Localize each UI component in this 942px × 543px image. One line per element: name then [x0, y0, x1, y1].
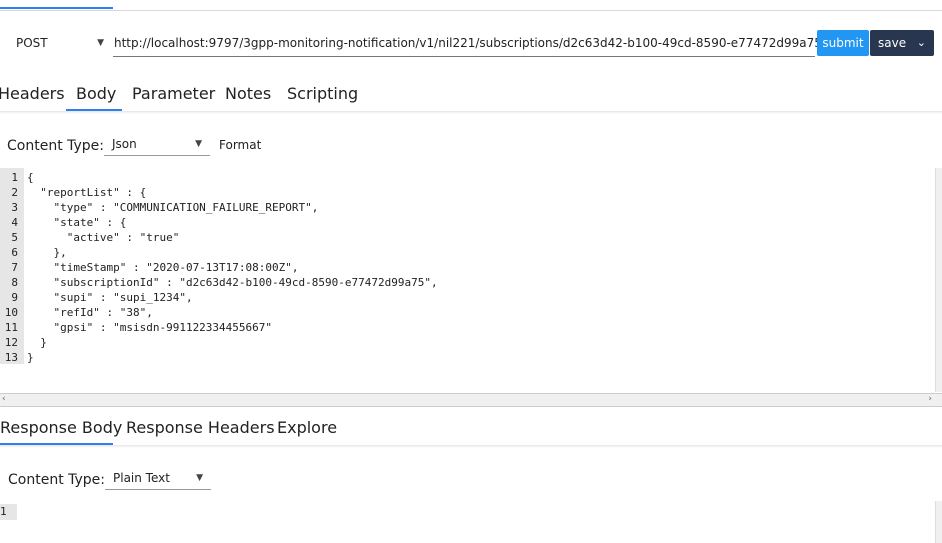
code-line: { [27, 171, 34, 184]
content-type-select[interactable]: Json ▼ [104, 135, 210, 156]
vertical-scrollbar[interactable] [935, 168, 942, 392]
save-label: save [878, 36, 907, 50]
code-line: "timeStamp" : "2020-07-13T17:08:00Z", [27, 261, 299, 274]
code-line: "supi" : "supi_1234", [27, 291, 193, 304]
active-tab-indicator [0, 7, 113, 9]
tab-body[interactable]: Body [76, 84, 116, 103]
submit-button[interactable]: submit [817, 30, 869, 56]
tab-headers[interactable]: Headers [0, 84, 65, 103]
line-number: 1 [0, 505, 7, 518]
response-body-editor[interactable] [17, 501, 935, 543]
method-select[interactable]: POST ▼ [8, 32, 108, 56]
format-button[interactable]: Format [219, 138, 261, 152]
divider [0, 111, 942, 114]
code-line: } [27, 336, 47, 349]
code-line: "active" : "true" [27, 231, 180, 244]
response-content-type-select[interactable]: Plain Text ▼ [105, 469, 211, 490]
method-value: POST [16, 36, 48, 50]
code-line: "refId" : "38", [27, 306, 153, 319]
tab-response-headers[interactable]: Response Headers [126, 418, 275, 437]
save-button[interactable]: save ⌄ [870, 30, 934, 56]
code-line: "state" : { [27, 216, 127, 229]
tab-parameter[interactable]: Parameter [132, 84, 215, 103]
chevron-down-icon: ▼ [195, 139, 202, 149]
divider [0, 10, 942, 11]
response-content-type-value: Plain Text [113, 471, 170, 485]
tab-response-body[interactable]: Response Body [0, 418, 122, 437]
code-line: } [27, 351, 34, 364]
code-line: "subscriptionId" : "d2c63d42-b100-49cd-8… [27, 276, 438, 289]
horizontal-scrollbar[interactable]: ‹ › [0, 393, 942, 407]
code-area[interactable]: { "reportList" : { "type" : "COMMUNICATI… [0, 168, 935, 364]
chevron-down-icon: ▼ [196, 473, 203, 483]
content-type-label: Content Type: [7, 138, 105, 154]
url-value: http://localhost:9797/3gpp-monitoring-no… [114, 36, 822, 50]
content-type-value: Json [112, 137, 137, 151]
response-content-type-label: Content Type: [8, 472, 106, 488]
tab-scripting[interactable]: Scripting [287, 84, 358, 103]
code-line: }, [27, 246, 67, 259]
code-line: "gpsi" : "msisdn-991122334455667" [27, 321, 273, 334]
scroll-left-icon[interactable]: ‹ [2, 394, 6, 404]
response-line-gutter: 1 [0, 504, 17, 520]
divider [0, 445, 942, 448]
chevron-down-icon: ▼ [97, 38, 104, 48]
code-line: "reportList" : { [27, 186, 147, 199]
tab-explore[interactable]: Explore [277, 418, 337, 437]
chevron-down-icon[interactable]: ⌄ [917, 36, 926, 49]
scroll-right-icon[interactable]: › [928, 394, 932, 404]
code-line: "type" : "COMMUNICATION_FAILURE_REPORT", [27, 201, 319, 214]
tab-notes[interactable]: Notes [225, 84, 271, 103]
url-input[interactable]: http://localhost:9797/3gpp-monitoring-no… [113, 32, 822, 57]
vertical-scrollbar[interactable] [935, 501, 942, 543]
